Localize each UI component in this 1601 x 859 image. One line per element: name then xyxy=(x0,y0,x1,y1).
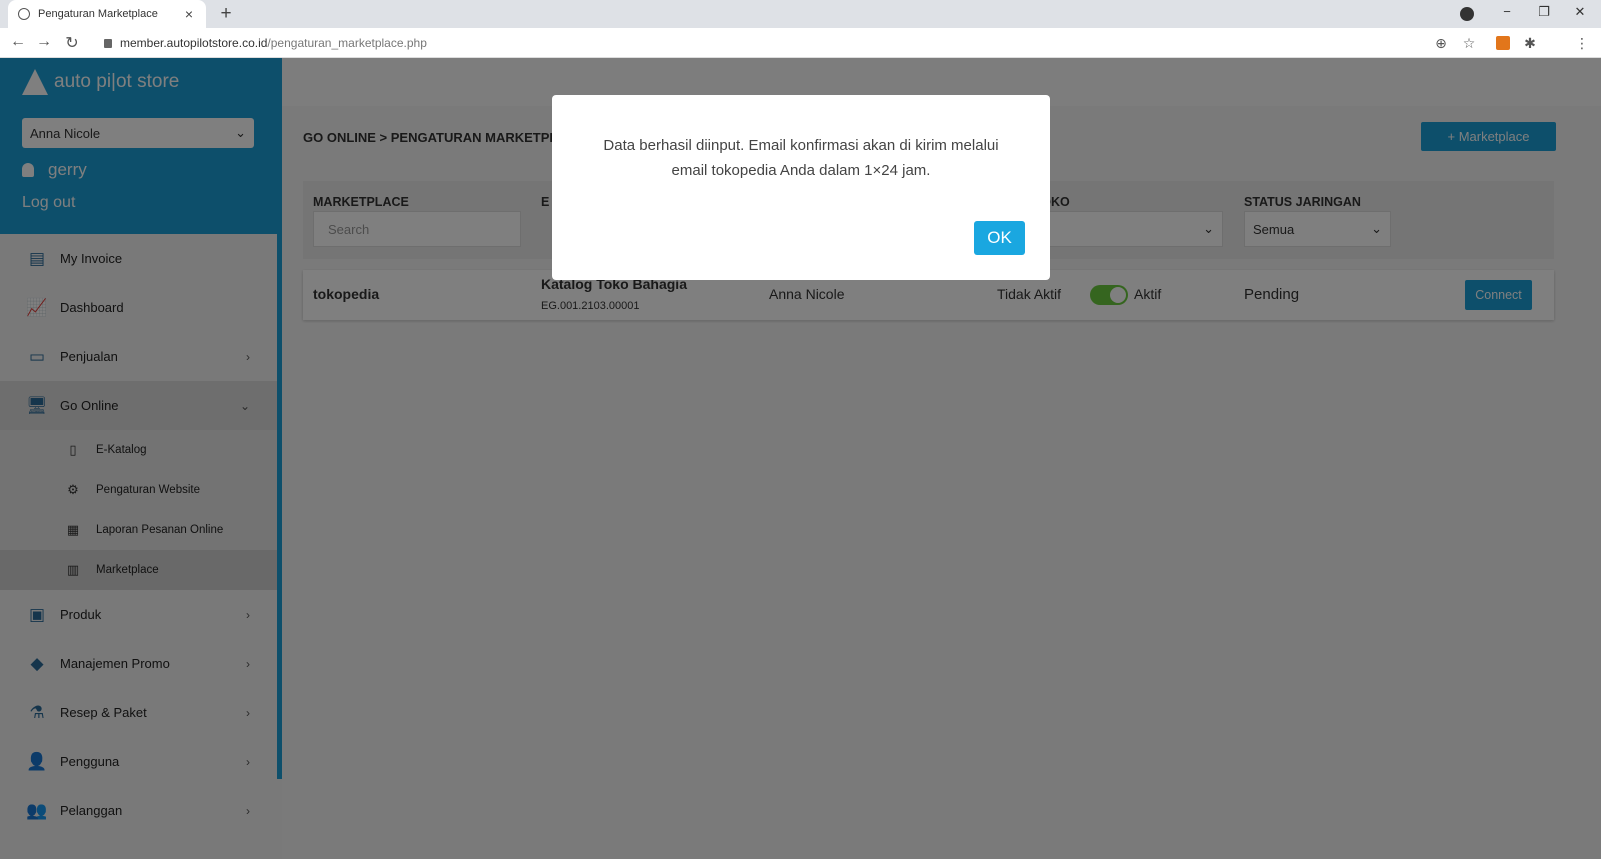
new-tab-button[interactable]: + xyxy=(216,3,236,25)
close-window-button[interactable]: ✕ xyxy=(1570,4,1590,20)
bookmark-star-icon[interactable]: ☆ xyxy=(1460,35,1478,52)
back-button[interactable]: ← xyxy=(8,33,28,51)
lock-icon xyxy=(104,39,112,48)
tab-title: Pengaturan Marketplace xyxy=(38,8,158,20)
browser-tabbar: Pengaturan Marketplace × + − ❐ ✕ xyxy=(0,0,1601,28)
browser-tab[interactable]: Pengaturan Marketplace × xyxy=(8,0,206,28)
confirmation-modal: Data berhasil diinput. Email konfirmasi … xyxy=(552,95,1050,280)
restore-button[interactable]: ❐ xyxy=(1534,4,1554,20)
modal-message-line-2: email tokopedia Anda dalam 1×24 jam. xyxy=(671,162,931,179)
forward-button[interactable]: → xyxy=(34,33,54,51)
zoom-icon[interactable]: ⊕ xyxy=(1432,35,1450,52)
ok-button[interactable]: OK xyxy=(974,221,1025,255)
profile-icon[interactable] xyxy=(1460,7,1474,21)
extensions-puzzle-icon[interactable]: ✱ xyxy=(1521,35,1539,52)
extension-icon[interactable] xyxy=(1496,36,1510,50)
globe-icon xyxy=(18,8,30,20)
address-bar: ← → ↻ member.autopilotstore.co.id/pengat… xyxy=(0,28,1601,58)
modal-message-line-1: Data berhasil diinput. Email konfirmasi … xyxy=(603,137,999,154)
reload-button[interactable]: ↻ xyxy=(62,33,82,53)
url-host: member.autopilotstore.co.id xyxy=(120,36,268,50)
tab-close-icon[interactable]: × xyxy=(182,6,196,22)
url-path: /pengaturan_marketplace.php xyxy=(267,36,427,50)
modal-message: Data berhasil diinput. Email konfirmasi … xyxy=(572,133,1030,183)
browser-menu-icon[interactable]: ⋮ xyxy=(1573,35,1591,52)
minimize-button[interactable]: − xyxy=(1497,4,1517,19)
url-field[interactable]: member.autopilotstore.co.id/pengaturan_m… xyxy=(104,36,427,50)
